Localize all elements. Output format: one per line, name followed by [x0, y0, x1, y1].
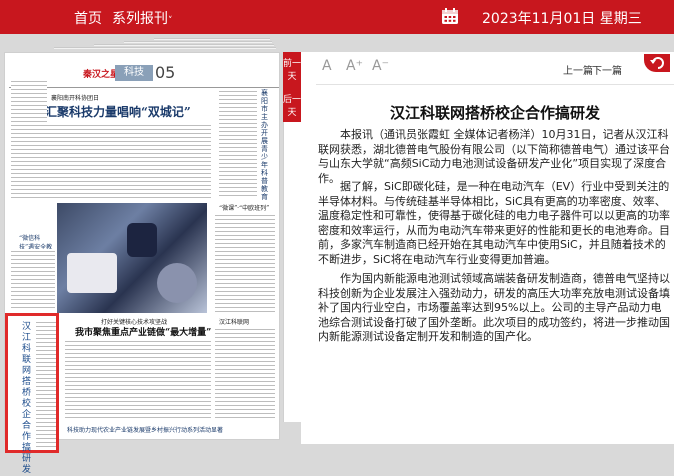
article-paragraph: 据了解，SiC即碳化硅，是一种在电动汽车（EV）行业中受到关注的半导体材料。与传… [318, 180, 670, 266]
prev-article-link[interactable]: 上一篇 [563, 62, 593, 77]
page-number: 05 [155, 63, 176, 82]
np-headline[interactable]: 汇聚科技力量唱响“双城记” [45, 103, 191, 120]
next-article-link[interactable]: 下一篇 [592, 62, 622, 77]
np-bottom-headline[interactable]: 科技助力现代农业产业链发展暨乡村振兴行动系列活动显著 [67, 425, 223, 434]
back-button[interactable] [644, 54, 670, 72]
newspaper-page[interactable]: 秦汉之星 科技 05 襄阳南开科协团日 汇聚科技力量唱响“双城记” 襄阳市主办开… [4, 52, 280, 475]
np-text-block [11, 249, 55, 309]
article-paragraph: 本报讯（通讯员张霞虹 全媒体记者杨洋）10月31日，记者从汉江科联网获悉，湖北德… [318, 128, 670, 185]
np-side-headline[interactable]: 襄阳市主办开展青少年科普教育 [261, 89, 271, 201]
prev-day-button[interactable]: 前一天 [283, 56, 301, 82]
np-side-kicker: “微课”·“中欧班列” [219, 205, 270, 212]
nav-home-link[interactable]: 首页 [74, 8, 102, 28]
newspaper-brand: 秦汉之星 [83, 70, 120, 80]
divider [9, 87, 279, 88]
article-title: 汉江科联网搭桥校企合作搞研发 [389, 104, 600, 122]
nav-series-label: 系列报刊 [112, 11, 168, 27]
np-text-block [215, 213, 275, 313]
np-text-block [219, 89, 257, 199]
selected-article-headline: 汉江科联网搭桥校企合作搞研发 [22, 322, 32, 475]
np-text-block [65, 339, 211, 419]
prev-day-label: 前一天 [283, 59, 302, 82]
photo-figure [67, 253, 117, 293]
np-col-kicker: 汉江科联网 [219, 319, 250, 326]
next-day-button[interactable]: 后一天 [283, 92, 301, 118]
page-edge [94, 44, 274, 46]
np-text-block [215, 327, 275, 421]
page-edge [154, 38, 270, 40]
page-edge [54, 47, 276, 49]
section-badge: 科技 [115, 65, 153, 81]
news-photo[interactable] [57, 203, 207, 313]
next-day-label: 后一天 [283, 95, 302, 118]
ribbon-shadow [283, 122, 301, 422]
photo-figure [127, 223, 157, 257]
nav-series-menu[interactable]: 系列报刊˅ [112, 8, 173, 28]
calendar-icon[interactable] [441, 7, 459, 25]
selected-article-box[interactable]: 汉江科联网搭桥校企合作搞研发 [5, 313, 59, 475]
current-date: 2023年11月01日 星期三 [482, 11, 642, 27]
photo-figure [157, 263, 197, 303]
np-sub-headline[interactable]: 我市聚焦重点产业链做“最大增量” [75, 325, 211, 338]
back-arrow-icon [650, 57, 664, 69]
np-text-block [11, 79, 47, 129]
article-paragraph: 作为国内新能源电池测试领域高端装备研发制造商，德普电气坚持以科技创新为企业发展注… [318, 272, 670, 343]
chevron-down-icon: ˅ [168, 16, 173, 26]
np-kicker: 襄阳南开科协团日 [51, 95, 100, 102]
np-text-block [11, 123, 211, 199]
np-text-block [36, 320, 56, 448]
page-edge [124, 41, 272, 43]
divider [316, 84, 674, 85]
page-header: 秦汉之星 科技 05 [83, 63, 193, 83]
font-decrease-button[interactable]: A⁻ [372, 58, 389, 74]
font-increase-button[interactable]: A⁺ [346, 58, 363, 74]
font-default-button[interactable]: A [322, 58, 332, 74]
top-bar: 首页 系列报刊˅ 2023年11月01日 星期三 [0, 0, 674, 34]
newspaper-page-stack: 秦汉之星 科技 05 襄阳南开科协团日 汇聚科技力量唱响“双城记” 襄阳市主办开… [4, 38, 284, 475]
